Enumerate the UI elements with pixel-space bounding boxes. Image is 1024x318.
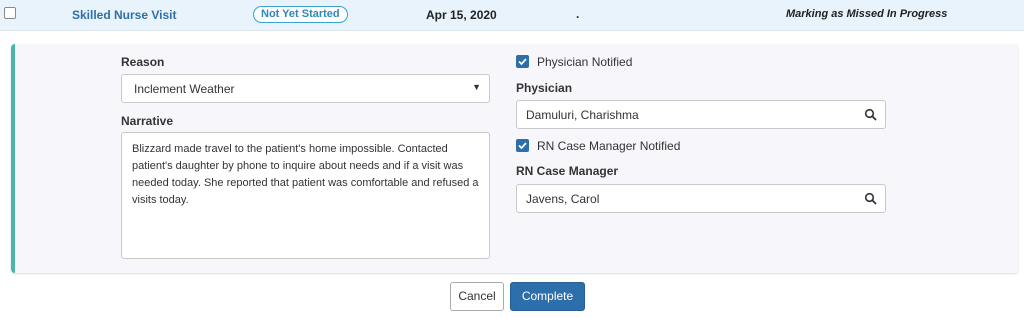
narrative-label: Narrative: [121, 114, 174, 128]
reason-select[interactable]: Inclement Weather ▼: [121, 74, 490, 103]
check-icon: [518, 58, 527, 66]
narrative-textarea[interactable]: Blizzard made travel to the patient's ho…: [121, 132, 490, 259]
rn-case-manager-field[interactable]: Javens, Carol: [516, 184, 886, 213]
rn-notified-label: RN Case Manager Notified: [537, 139, 681, 153]
rn-case-manager-value: Javens, Carol: [526, 192, 600, 206]
visit-title-link[interactable]: Skilled Nurse Visit: [72, 8, 177, 22]
physician-notified-checkbox[interactable]: [516, 55, 529, 68]
visit-row: Skilled Nurse Visit Not Yet Started Apr …: [0, 0, 1024, 31]
physician-value: Damuluri, Charishma: [526, 108, 639, 122]
cancel-button[interactable]: Cancel: [450, 282, 504, 311]
reason-label: Reason: [121, 55, 165, 69]
check-icon: [518, 142, 527, 150]
search-icon[interactable]: [864, 192, 877, 205]
physician-label: Physician: [516, 81, 573, 95]
search-icon[interactable]: [864, 108, 877, 121]
status-badge: Not Yet Started: [253, 6, 348, 23]
complete-button[interactable]: Complete: [510, 282, 585, 311]
physician-notified-label: Physician Notified: [537, 55, 633, 69]
chevron-down-icon: ▼: [472, 82, 481, 92]
rn-case-manager-label: RN Case Manager: [516, 164, 619, 178]
rn-notified-checkbox[interactable]: [516, 139, 529, 152]
physician-field[interactable]: Damuluri, Charishma: [516, 100, 886, 129]
missed-progress-text: Marking as Missed In Progress: [786, 8, 948, 20]
row-select-checkbox[interactable]: [4, 7, 16, 19]
visit-date: Apr 15, 2020: [426, 8, 497, 22]
reason-value: Inclement Weather: [134, 82, 235, 96]
visit-dot: .: [576, 7, 580, 21]
